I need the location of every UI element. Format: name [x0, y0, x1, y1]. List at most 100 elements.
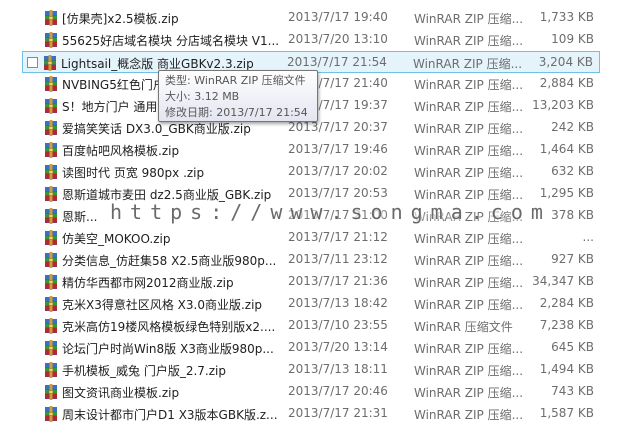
file-name: 分类信息_仿赶集58 X2.5商业版980p... [62, 254, 277, 268]
file-name: 手机模板_威兔 门户版_2.7.zip [62, 364, 226, 378]
winrar-archive-icon [44, 384, 58, 400]
file-date: 2013/7/17 21:36 [288, 274, 388, 288]
file-name: 爱搞笑笑话 DX3.0_GBK商业版.zip [62, 122, 251, 136]
file-size: 1,587 KB [539, 406, 594, 420]
file-size: 34,347 KB [532, 274, 594, 288]
file-type: WinRAR ZIP 压缩... [414, 166, 524, 180]
file-date: 2013/7/17 20:02 [288, 164, 388, 178]
file-info-tooltip: 类型: WinRAR ZIP 压缩文件 大小: 3.12 MB 修改日期: 20… [158, 70, 318, 122]
winrar-archive-icon [44, 186, 58, 202]
winrar-archive-icon [44, 164, 58, 180]
file-type: WinRAR ZIP 压缩... [414, 342, 524, 356]
winrar-archive-icon [44, 76, 58, 92]
file-row[interactable]: 克米X3得意社区风格 X3.0商业版.zip 2013/7/13 18:42 Win… [24, 293, 604, 315]
file-row[interactable]: 图文资讯商业模板.zip 2013/7/17 20:46 WinRAR ZIP 压缩… [24, 381, 604, 403]
file-row[interactable]: 读图时代 页宽 980px .zip 2013/7/17 20:02 WinRAR … [24, 161, 604, 183]
file-date: 2013/7/11 23:12 [288, 252, 388, 266]
file-name: 克米X3得意社区风格 X3.0商业版.zip [62, 298, 263, 312]
file-size: 109 KB [551, 32, 594, 46]
file-row[interactable]: 克米高仿19楼风格模板绿色特别版x2.... 2013/7/10 23:55 Win… [24, 315, 604, 337]
file-type: WinRAR ZIP 压缩... [414, 144, 524, 158]
file-size: 2,884 KB [539, 76, 594, 90]
file-size: 13,203 KB [532, 98, 594, 112]
file-type: WinRAR ZIP 压缩... [414, 100, 524, 114]
file-type: WinRAR ZIP 压缩... [414, 232, 524, 246]
file-size: ... [582, 230, 594, 244]
tooltip-type: 类型: WinRAR ZIP 压缩文件 [165, 74, 306, 87]
file-size: 645 KB [551, 340, 594, 354]
file-type: WinRAR ZIP 压缩... [414, 78, 524, 92]
file-name: [仿果壳]x2.5模板.zip [62, 12, 179, 26]
winrar-archive-icon [43, 55, 57, 71]
winrar-archive-icon [44, 406, 58, 422]
file-name: 精仿华西都市网2012商业版.zip [62, 276, 234, 290]
file-row[interactable]: 精仿华西都市网2012商业版.zip 2013/7/17 21:36 WinRAR … [24, 271, 604, 293]
file-size: 927 KB [551, 252, 594, 266]
winrar-archive-icon [44, 362, 58, 378]
file-row[interactable]: 周末设计都市门户D1 X3版本GBK版.z... 2013/7/17 21:31 W… [24, 403, 604, 425]
file-name: 读图时代 页宽 980px .zip [62, 166, 205, 180]
winrar-archive-icon [44, 274, 58, 290]
file-type: WinRAR ZIP 压缩... [414, 12, 524, 26]
winrar-archive-icon [44, 32, 58, 48]
file-name: 图文资讯商业模板.zip [62, 386, 180, 400]
file-row[interactable]: 手机模板_威兔 门户版_2.7.zip 2013/7/13 18:11 WinRAR… [24, 359, 604, 381]
winrar-archive-icon [44, 208, 58, 224]
file-date: 2013/7/17 21:12 [288, 230, 388, 244]
winrar-archive-icon [44, 318, 58, 334]
file-type: WinRAR ZIP 压缩... [414, 34, 524, 48]
file-date: 2013/7/20 13:14 [288, 340, 388, 354]
file-size: 1,733 KB [539, 10, 594, 24]
file-row[interactable]: 55625好店域名模块 分店域名模块 V1... 2013/7/20 13:10 W… [24, 29, 604, 51]
file-size: 242 KB [551, 120, 594, 134]
file-type: WinRAR ZIP 压缩... [414, 298, 524, 312]
file-type: WinRAR 压缩文件 [414, 320, 513, 334]
file-type: WinRAR ZIP 压缩... [414, 122, 524, 136]
winrar-archive-icon [44, 142, 58, 158]
winrar-archive-icon [44, 230, 58, 246]
winrar-archive-icon [44, 252, 58, 268]
file-name: 克米高仿19楼风格模板绿色特别版x2.... [62, 320, 276, 334]
file-name: 55625好店域名模块 分店域名模块 V1... [62, 34, 280, 48]
file-row[interactable]: 仿美空_MOKOO.zip 2013/7/17 21:12 WinRAR ZIP 压… [24, 227, 604, 249]
winrar-archive-icon [44, 98, 58, 114]
file-date: 2013/7/17 21:31 [288, 406, 388, 420]
file-row[interactable]: 论坛门户时尚Win8版 X3商业版980p... 2013/7/20 13:14 W… [24, 337, 604, 359]
file-size: 2,284 KB [539, 296, 594, 310]
file-row[interactable]: 百度帖吧风格模板.zip 2013/7/17 19:46 WinRAR ZIP 压缩… [24, 139, 604, 161]
file-size: 7,238 KB [539, 318, 594, 332]
file-type: WinRAR ZIP 压缩... [414, 276, 524, 290]
file-date: 2013/7/13 18:11 [288, 362, 388, 376]
file-date: 2013/7/17 20:46 [288, 384, 388, 398]
file-size: 1,295 KB [539, 186, 594, 200]
file-date: 2013/7/10 23:55 [288, 318, 388, 332]
file-size: 1,464 KB [539, 142, 594, 156]
file-row[interactable]: 分类信息_仿赶集58 X2.5商业版980p... 2013/7/11 23:12… [24, 249, 604, 271]
file-name: 论坛门户时尚Win8版 X3商业版980p... [62, 342, 274, 356]
file-type: WinRAR ZIP 压缩... [413, 57, 523, 71]
tooltip-date: 修改日期: 2013/7/17 21:54 [165, 106, 308, 119]
file-row[interactable]: [仿果壳]x2.5模板.zip 2013/7/17 19:40 WinRAR ZIP… [24, 7, 604, 29]
file-date: 2013/7/17 19:46 [288, 142, 388, 156]
file-name: 周末设计都市门户D1 X3版本GBK版.z... [62, 408, 278, 422]
file-name: 百度帖吧风格模板.zip [62, 144, 180, 158]
file-size: 743 KB [551, 384, 594, 398]
row-checkbox[interactable] [27, 57, 38, 68]
winrar-archive-icon [44, 340, 58, 356]
file-date: 2013/7/17 20:37 [288, 120, 388, 134]
file-date: 2013/7/17 21:54 [287, 55, 387, 69]
file-size: 1,494 KB [539, 362, 594, 376]
file-date: 2013/7/20 13:10 [288, 32, 388, 46]
file-date: 2013/7/17 19:40 [288, 10, 388, 24]
file-size: 632 KB [551, 164, 594, 178]
file-type: WinRAR ZIP 压缩... [414, 254, 524, 268]
file-name: 仿美空_MOKOO.zip [62, 232, 171, 246]
file-date: 2013/7/13 18:42 [288, 296, 388, 310]
tooltip-size: 大小: 3.12 MB [165, 90, 240, 103]
file-date: 2013/7/17 20:53 [288, 186, 388, 200]
winrar-archive-icon [44, 296, 58, 312]
file-type: WinRAR ZIP 压缩... [414, 408, 524, 422]
winrar-archive-icon [44, 120, 58, 136]
file-size: 3,204 KB [538, 55, 593, 69]
watermark-text: https://www.songma.com [110, 200, 551, 224]
